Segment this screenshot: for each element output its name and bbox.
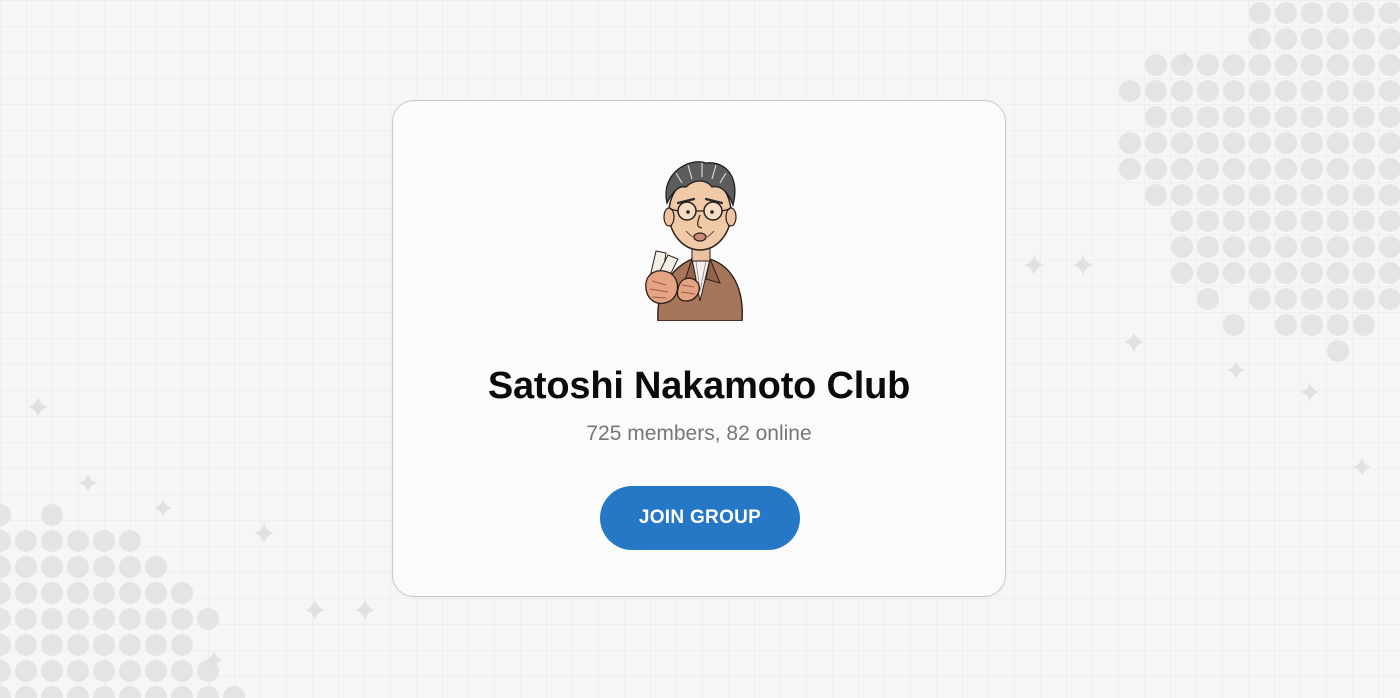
bottom-left-dot-cluster [0, 504, 245, 698]
group-member-stats: 725 members, 82 online [586, 422, 812, 445]
join-group-button[interactable]: JOIN GROUP [600, 486, 800, 550]
top-right-dot-cluster [1119, 2, 1400, 362]
group-avatar [645, 161, 743, 321]
group-title: Satoshi Nakamoto Club [487, 365, 911, 407]
group-invite-card: Satoshi Nakamoto Club 725 members, 82 on… [392, 100, 1006, 597]
